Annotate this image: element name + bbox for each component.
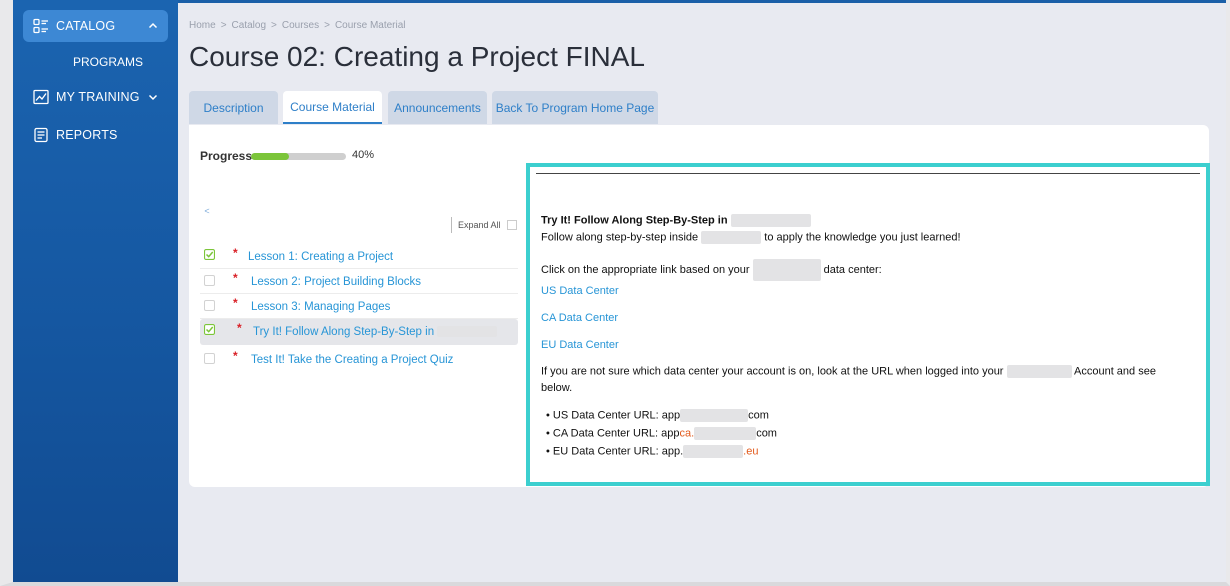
sidebar-item-label: REPORTS (56, 128, 118, 142)
tab-back-to-program[interactable]: Back To Program Home Page (492, 91, 658, 124)
lesson-label: Test It! Take the Creating a Project Qui… (251, 354, 454, 366)
lesson-item[interactable]: * Lesson 3: Managing Pages (200, 294, 518, 319)
progress-percent: 40% (352, 149, 375, 161)
report-icon (34, 127, 48, 143)
lesson-item[interactable]: * Test It! Take the Creating a Project Q… (200, 347, 518, 372)
completed-check-icon (204, 324, 215, 335)
redacted-text (1006, 365, 1072, 378)
redacted-text (683, 445, 744, 458)
breadcrumb-separator: > (220, 20, 227, 31)
preview-unsure-text-cont: below. (541, 382, 573, 394)
collapse-sidebar-button[interactable]: < (200, 204, 214, 218)
url-list-item: • EU Data Center URL: app. .eu (546, 445, 759, 458)
url-list-item: • US Data Center URL: app com (546, 409, 769, 422)
lesson-item[interactable]: * Lesson 2: Project Building Blocks (200, 269, 518, 294)
chevron-down-icon (148, 94, 158, 101)
required-star-icon: * (237, 321, 242, 335)
ca-data-center-link[interactable]: CA Data Center (541, 312, 618, 324)
lesson-item-selected[interactable]: * Try It! Follow Along Step-By-Step in (200, 319, 518, 345)
sidebar: CATALOG PROGRAMS MY TRAINING REPORTS (13, 0, 178, 582)
redacted-text (730, 214, 811, 227)
lesson-checkbox[interactable] (204, 300, 215, 311)
page-title: Course 02: Creating a Project FINAL (189, 41, 645, 72)
breadcrumb-home[interactable]: Home (189, 20, 216, 31)
sidebar-item-programs[interactable]: PROGRAMS (73, 55, 143, 69)
sidebar-item-label: MY TRAINING (56, 90, 140, 104)
sidebar-item-reports[interactable]: REPORTS (23, 119, 168, 151)
preview-unsure-text: If you are not sure which data center yo… (541, 365, 1156, 378)
lesson-label: Lesson 2: Project Building Blocks (251, 276, 422, 288)
url-list-item: • CA Data Center URL: appca. com (546, 427, 777, 440)
tab-course-material[interactable]: Course Material (283, 91, 382, 124)
lesson-label: Try It! Follow Along Step-By-Step in (253, 326, 498, 338)
breadcrumb: Home > Catalog > Courses > Course Material (189, 20, 406, 31)
lesson-content-preview: Try It! Follow Along Step-By-Step in Fol… (526, 163, 1210, 486)
chart-line-icon (33, 89, 49, 105)
breadcrumb-catalog[interactable]: Catalog (232, 20, 266, 31)
breadcrumb-current: Course Material (334, 20, 406, 31)
redacted-text (752, 259, 821, 281)
expand-all-toggle[interactable]: Expand All (451, 217, 517, 233)
required-star-icon: * (233, 349, 238, 363)
preview-follow-text: Follow along step-by-step inside to appl… (541, 231, 961, 244)
breadcrumb-courses[interactable]: Courses (282, 20, 319, 31)
expand-all-checkbox[interactable] (506, 220, 517, 230)
tab-announcements[interactable]: Announcements (388, 91, 487, 124)
redacted-text (680, 409, 749, 422)
catalog-icon (33, 18, 48, 34)
required-star-icon: * (233, 296, 238, 310)
divider (536, 173, 1200, 174)
tab-description[interactable]: Description (189, 91, 278, 124)
redacted-text (694, 427, 757, 440)
breadcrumb-separator: > (324, 20, 330, 31)
breadcrumb-separator: > (271, 20, 277, 31)
sidebar-item-label: CATALOG (56, 19, 116, 33)
lesson-label: Lesson 3: Managing Pages (251, 301, 391, 313)
expand-all-label: Expand All (458, 220, 501, 230)
us-data-center-link[interactable]: US Data Center (541, 285, 619, 297)
preview-click-text: Click on the appropriate link based on y… (541, 259, 882, 281)
progress-label: Progress (200, 149, 253, 163)
redacted-text (437, 326, 498, 338)
progress-bar (251, 153, 346, 160)
required-star-icon: * (233, 271, 238, 285)
lesson-checkbox[interactable] (204, 275, 215, 286)
lesson-label: Lesson 1: Creating a Project (248, 251, 394, 263)
lesson-checkbox[interactable] (204, 353, 215, 364)
redacted-text (701, 231, 762, 244)
lesson-item[interactable]: * Lesson 1: Creating a Project (200, 244, 518, 269)
sidebar-item-catalog[interactable]: CATALOG (23, 10, 168, 42)
preview-heading: Try It! Follow Along Step-By-Step in (541, 214, 811, 227)
eu-data-center-link[interactable]: EU Data Center (541, 339, 619, 351)
required-star-icon: * (233, 246, 238, 260)
progress-fill (251, 153, 289, 160)
sidebar-item-my-training[interactable]: MY TRAINING (23, 81, 168, 113)
chevron-up-icon (148, 22, 158, 29)
completed-check-icon (204, 249, 215, 260)
